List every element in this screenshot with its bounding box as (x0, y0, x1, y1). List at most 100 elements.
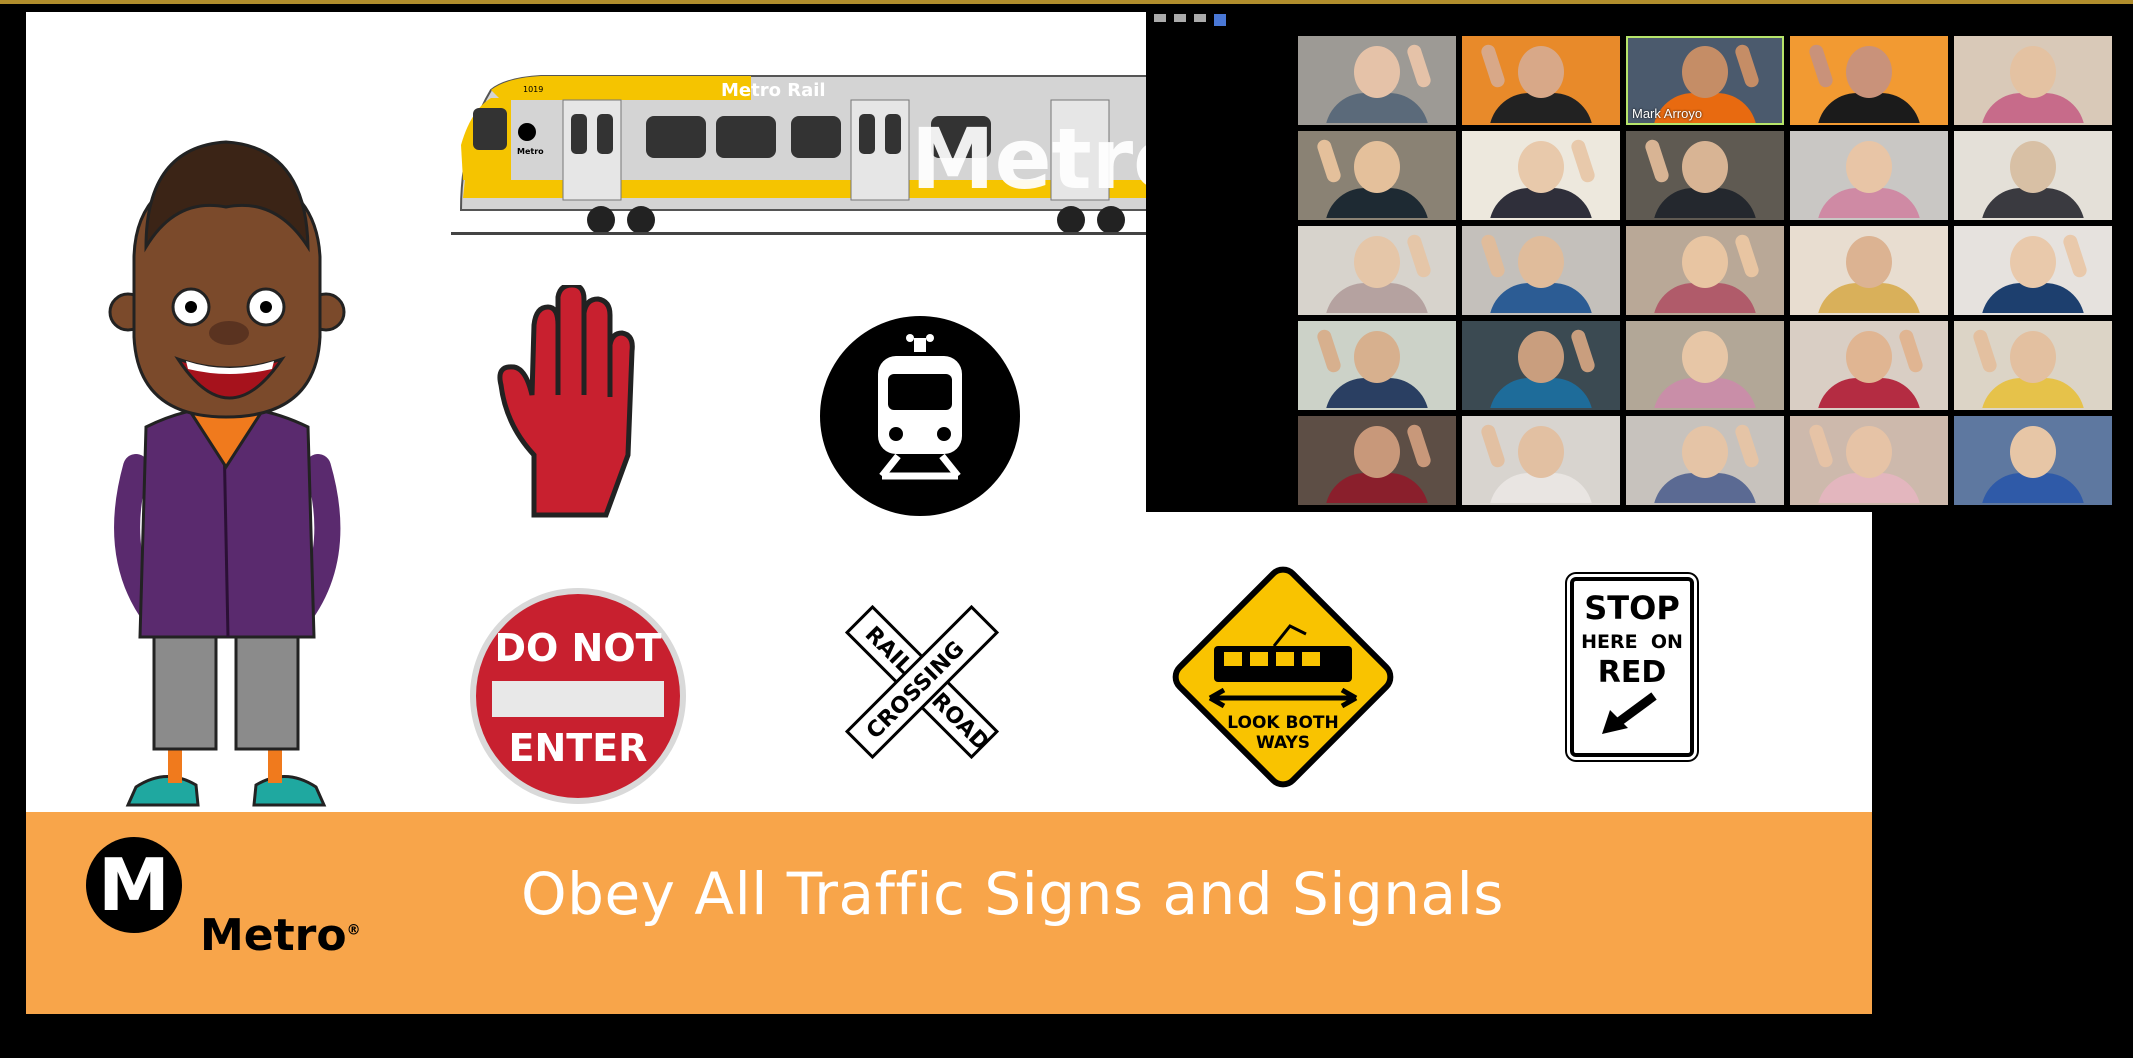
train-logo-label: Metro (517, 147, 544, 156)
metro-brand-text: Metro (200, 910, 347, 961)
participant-video-tile[interactable] (1790, 131, 1948, 220)
participant-name-label: Mark Arroyo (1632, 106, 1703, 121)
waving-hand (1479, 232, 1507, 280)
participant-face (2010, 236, 2056, 288)
participant-face (1846, 331, 1892, 383)
participant-face (1846, 46, 1892, 98)
waving-hand (1479, 42, 1507, 90)
participant-face (1354, 141, 1400, 193)
participant-video-tile[interactable] (1954, 36, 2112, 125)
participant-face (1354, 236, 1400, 288)
participant-video-tile[interactable] (1790, 226, 1948, 315)
participant-face (1518, 236, 1564, 288)
participant-video-tile[interactable] (1954, 416, 2112, 505)
participant-video-tile[interactable] (1298, 416, 1456, 505)
participant-face (2010, 46, 2056, 98)
filmstrip-view-icon[interactable] (1194, 14, 1206, 22)
waving-hand (1405, 422, 1433, 470)
stop-sign-line-3: RED (1597, 655, 1667, 690)
railroad-crossing-sign: RAIL ROAD CROSSING (844, 604, 1000, 760)
waving-hand (1807, 42, 1835, 90)
participant-face (2010, 331, 2056, 383)
slide-title: Obey All Traffic Signs and Signals (521, 860, 1504, 928)
participant-face (2010, 426, 2056, 478)
do-not-enter-bottom-text: ENTER (508, 726, 648, 770)
minimize-video-icon[interactable] (1154, 14, 1166, 22)
speaker-view-icon[interactable] (1174, 14, 1186, 22)
participant-video-tile[interactable] (1790, 321, 1948, 410)
metro-brand-wordmark: Metro® (200, 910, 361, 961)
look-both-text: LOOK BOTH (1227, 713, 1338, 733)
waving-hand (1643, 137, 1671, 185)
gallery-view-toolbar (1154, 14, 1226, 26)
stop-here-on-red-sign: STOP HERE ON RED (1570, 577, 1694, 757)
participant-video-tile[interactable] (1790, 36, 1948, 125)
red-hand-stop-icon (497, 285, 635, 518)
do-not-enter-sign: DO NOT ENTER (470, 588, 686, 804)
participant-face (1846, 426, 1892, 478)
waving-hand (1569, 327, 1597, 375)
participant-video-tile[interactable] (1954, 321, 2112, 410)
waving-hand (1733, 232, 1761, 280)
participant-video-tile[interactable] (1462, 226, 1620, 315)
look-both-ways-warning-sign: LOOK BOTH WAYS (1172, 566, 1394, 788)
participant-video-tile[interactable] (1790, 416, 1948, 505)
waving-hand (1733, 422, 1761, 470)
waving-hand (1971, 327, 1999, 375)
train-number-label: 1019 (523, 85, 543, 94)
light-rail-train-icon (820, 316, 1020, 516)
waving-hand (1897, 327, 1925, 375)
waving-hand (1733, 42, 1761, 90)
participant-video-tile[interactable] (1462, 36, 1620, 125)
participant-face (1518, 46, 1564, 98)
participant-face (1846, 236, 1892, 288)
ways-text: WAYS (1256, 733, 1310, 753)
slide-title-banner: M Metro® Obey All Traffic Signs and Sign… (26, 812, 1872, 1014)
waving-hand (1405, 42, 1433, 90)
do-not-enter-top-text: DO NOT (494, 626, 662, 670)
waving-hand (1405, 232, 1433, 280)
metro-rail-train-illustration: Metro 1019 Metro Rail Metro (451, 75, 1171, 235)
participant-video-tile[interactable] (1298, 321, 1456, 410)
stop-sign-line-1: STOP (1584, 589, 1680, 627)
participant-face (1682, 236, 1728, 288)
gallery-view-icon[interactable] (1214, 14, 1226, 26)
participant-face (1354, 46, 1400, 98)
participant-face (1354, 426, 1400, 478)
participant-face (2010, 141, 2056, 193)
participant-video-tile[interactable] (1298, 131, 1456, 220)
waving-hand (2061, 232, 2089, 280)
train-side-text: Metro (911, 110, 1171, 208)
participant-face (1682, 426, 1728, 478)
participant-face (1518, 426, 1564, 478)
participant-video-tile[interactable] (1954, 226, 2112, 315)
arrow-down-left-icon (1602, 692, 1657, 734)
participant-face (1354, 331, 1400, 383)
participant-face (1846, 141, 1892, 193)
waving-hand (1315, 137, 1343, 185)
waving-hand (1479, 422, 1507, 470)
waving-hand (1569, 137, 1597, 185)
participant-video-tile[interactable] (1298, 36, 1456, 125)
screen-share-window: Metro 1019 Metro Rail Metro DO NOT ENTER… (0, 0, 2133, 1058)
metro-logo-icon: M (86, 837, 182, 933)
train-roof-label: Metro Rail (721, 80, 826, 101)
participant-video-tile[interactable] (1298, 226, 1456, 315)
participant-face (1682, 331, 1728, 383)
participant-video-tile[interactable] (1954, 131, 2112, 220)
do-not-enter-bar (492, 681, 664, 717)
participant-video-tile[interactable] (1462, 416, 1620, 505)
waving-hand (1807, 422, 1835, 470)
participant-video-tile[interactable] (1626, 321, 1784, 410)
participant-video-tile[interactable] (1626, 226, 1784, 315)
participant-video-tile[interactable] (1626, 416, 1784, 505)
participant-face (1518, 141, 1564, 193)
participant-face (1682, 141, 1728, 193)
cartoon-boy-illustration (108, 140, 346, 807)
participant-video-tile[interactable] (1462, 321, 1620, 410)
participant-video-tile[interactable]: Mark Arroyo (1626, 36, 1784, 125)
stop-sign-line-2: HERE ON (1581, 631, 1683, 653)
participant-face (1518, 331, 1564, 383)
participant-video-tile[interactable] (1462, 131, 1620, 220)
participant-video-tile[interactable] (1626, 131, 1784, 220)
